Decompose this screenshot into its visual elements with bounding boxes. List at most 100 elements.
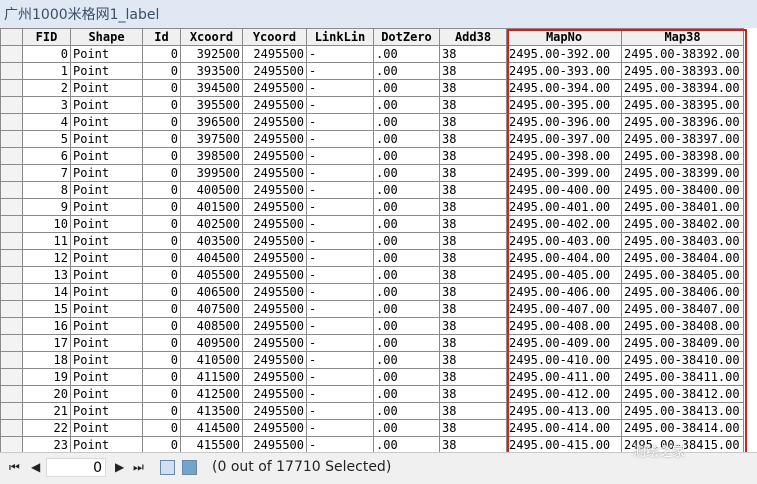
- row-selector[interactable]: [0, 113, 23, 131]
- table-row[interactable]: 14 Point 0 406500 2495500- .00 38 2495.00-406.0…: [0, 283, 744, 301]
- column-header[interactable]: DotZero: [373, 28, 440, 46]
- table-row[interactable]: 10 Point 0 402500 2495500- .00 38 2495.00-402.0…: [0, 215, 744, 233]
- table-cell: 38: [439, 79, 507, 97]
- last-record-icon[interactable]: ⏭: [133, 460, 144, 475]
- table-cell: 403500: [180, 232, 243, 250]
- table-row[interactable]: 21 Point 0 413500 2495500- .00 38 2495.00-413.0…: [0, 402, 744, 420]
- table-cell: 2495.00-398.00: [506, 147, 622, 165]
- table-cell: 407500: [180, 300, 243, 318]
- table-row[interactable]: 12 Point 0 404500 2495500- .00 38 2495.00-404.0…: [0, 249, 744, 267]
- previous-record-icon[interactable]: ◀: [31, 460, 40, 474]
- table-cell: -: [306, 147, 374, 165]
- table-cell: 412500: [180, 385, 243, 403]
- table-cell: .00: [373, 215, 440, 233]
- row-selector[interactable]: [0, 266, 23, 284]
- table-row[interactable]: 22 Point 0 414500 2495500- .00 38 2495.00-414.0…: [0, 419, 744, 437]
- table-row[interactable]: 19 Point 0 411500 2495500- .00 38 2495.00-411.0…: [0, 368, 744, 386]
- column-header[interactable]: LinkLin: [306, 28, 374, 46]
- table-cell: 2495.00-403.00: [506, 232, 622, 250]
- table-cell: 2495500: [242, 96, 307, 114]
- table-cell: Point: [70, 402, 143, 420]
- column-header[interactable]: FID: [22, 28, 71, 46]
- table-cell: 0: [142, 385, 181, 403]
- table-cell: Point: [70, 62, 143, 80]
- table-cell: .00: [373, 402, 440, 420]
- row-selector[interactable]: [0, 368, 23, 386]
- table-row[interactable]: 18 Point 0 410500 2495500- .00 38 2495.00-410.0…: [0, 351, 744, 369]
- column-header[interactable]: Id: [142, 28, 181, 46]
- table-row[interactable]: 20 Point 0 412500 2495500- .00 38 2495.00-412.0…: [0, 385, 744, 403]
- table-row[interactable]: 3 Point 0 395500 2495500- .00 38 2495.00-395.00…: [0, 96, 744, 114]
- row-selector[interactable]: [0, 283, 23, 301]
- table-cell: 2495.00-393.00: [506, 62, 622, 80]
- row-selector[interactable]: [0, 215, 23, 233]
- row-selector[interactable]: [0, 147, 23, 165]
- table-row[interactable]: 6 Point 0 398500 2495500- .00 38 2495.00-398.00…: [0, 147, 744, 165]
- table-cell: 18: [22, 351, 71, 369]
- column-header[interactable]: MapNo: [506, 28, 622, 46]
- table-cell: 2495500: [242, 215, 307, 233]
- table-cell: Point: [70, 334, 143, 352]
- row-selector[interactable]: [0, 351, 23, 369]
- table-cell: -: [306, 181, 374, 199]
- table-cell: .00: [373, 436, 440, 452]
- table-cell: 2495.00-415.00: [506, 436, 622, 452]
- column-header[interactable]: Add38: [439, 28, 507, 46]
- table-row[interactable]: 16 Point 0 408500 2495500- .00 38 2495.00-408.0…: [0, 317, 744, 335]
- row-selector[interactable]: [0, 317, 23, 335]
- row-selector[interactable]: [0, 402, 23, 420]
- next-record-icon[interactable]: ▶: [115, 460, 124, 474]
- column-header[interactable]: Ycoord: [242, 28, 307, 46]
- table-cell: -: [306, 45, 374, 63]
- row-selector[interactable]: [0, 96, 23, 114]
- row-selector-header[interactable]: [0, 28, 23, 46]
- selection-status: (0 out of 17710 Selected): [212, 459, 392, 475]
- row-selector[interactable]: [0, 334, 23, 352]
- row-selector[interactable]: [0, 130, 23, 148]
- table-cell: 2495.00-38413.00: [621, 402, 744, 420]
- table-row[interactable]: 17 Point 0 409500 2495500- .00 38 2495.00-409.0…: [0, 334, 744, 352]
- column-header[interactable]: Xcoord: [180, 28, 243, 46]
- table-cell: 2495.00-38402.00: [621, 215, 744, 233]
- table-cell: Point: [70, 351, 143, 369]
- row-selector[interactable]: [0, 198, 23, 216]
- table-row[interactable]: 11 Point 0 403500 2495500- .00 38 2495.00-403.0…: [0, 232, 744, 250]
- table-row[interactable]: 5 Point 0 397500 2495500- .00 38 2495.00-397.00…: [0, 130, 744, 148]
- row-selector[interactable]: [0, 232, 23, 250]
- column-header[interactable]: Shape: [70, 28, 143, 46]
- row-selector[interactable]: [0, 181, 23, 199]
- row-selector[interactable]: [0, 62, 23, 80]
- row-selector[interactable]: [0, 45, 23, 63]
- row-selector[interactable]: [0, 79, 23, 97]
- table-row[interactable]: 4 Point 0 396500 2495500- .00 38 2495.00-396.00…: [0, 113, 744, 131]
- show-selected-records-icon[interactable]: [182, 460, 197, 475]
- table-cell: 0: [22, 45, 71, 63]
- table-row[interactable]: 13 Point 0 405500 2495500- .00 38 2495.00-405.0…: [0, 266, 744, 284]
- row-selector[interactable]: [0, 300, 23, 318]
- record-number-field[interactable]: 0: [46, 458, 106, 477]
- row-selector[interactable]: [0, 249, 23, 267]
- row-selector[interactable]: [0, 419, 23, 437]
- table-cell: 395500: [180, 96, 243, 114]
- table-cell: 2495.00-38403.00: [621, 232, 744, 250]
- table-row[interactable]: 7 Point 0 399500 2495500- .00 38 2495.00-399.00…: [0, 164, 744, 182]
- show-all-records-icon[interactable]: [160, 460, 175, 475]
- table-cell: 38: [439, 266, 507, 284]
- row-selector[interactable]: [0, 436, 23, 452]
- first-record-icon[interactable]: ⏮: [9, 460, 20, 475]
- table-cell: -: [306, 215, 374, 233]
- table-cell: Point: [70, 283, 143, 301]
- table-row[interactable]: 1 Point 0 393500 2495500- .00 38 2495.00-393.00…: [0, 62, 744, 80]
- table-row[interactable]: 2 Point 0 394500 2495500- .00 38 2495.00-394.00…: [0, 79, 744, 97]
- table-row[interactable]: 0 Point 0 392500 2495500- .00 38 2495.00-392.00…: [0, 45, 744, 63]
- row-selector[interactable]: [0, 164, 23, 182]
- column-header[interactable]: Map38: [621, 28, 744, 46]
- table-row[interactable]: 9 Point 0 401500 2495500- .00 38 2495.00-401.00…: [0, 198, 744, 216]
- table-row[interactable]: 8 Point 0 400500 2495500- .00 38 2495.00-400.00…: [0, 181, 744, 199]
- row-selector[interactable]: [0, 385, 23, 403]
- table-cell: 2495.00-38414.00: [621, 419, 744, 437]
- table-row[interactable]: 15 Point 0 407500 2495500- .00 38 2495.00-407.0…: [0, 300, 744, 318]
- table-cell: 8: [22, 181, 71, 199]
- table-cell: -: [306, 300, 374, 318]
- table-cell: Point: [70, 266, 143, 284]
